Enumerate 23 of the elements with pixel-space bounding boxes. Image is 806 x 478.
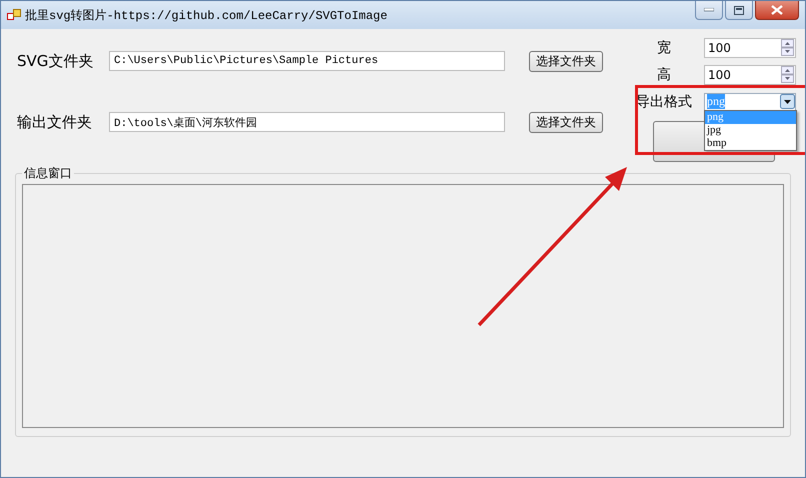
window-title: 批里svg转图片-https://github.com/LeeCarry/SVGToImage [25, 8, 388, 24]
choose-folder-button[interactable]: 选择文件夹 [529, 112, 603, 132]
spin-arrows-icon [781, 66, 794, 83]
close-icon [771, 5, 783, 15]
choose-folder-button[interactable]: 选择文件夹 [529, 50, 603, 72]
folder-path-field[interactable]: D:\tools\桌面\河东软件园 [109, 112, 505, 132]
close-button[interactable] [755, 1, 799, 20]
field-label: 输出文件夹 [17, 112, 93, 132]
spin-arrows-icon [781, 39, 794, 56]
field-label: 高 [657, 66, 672, 84]
app-icon [7, 9, 21, 21]
dropdown-option[interactable]: bmp [705, 137, 796, 150]
maximize-icon [734, 6, 744, 14]
number-field[interactable]: 100 [704, 38, 796, 58]
dropdown-option[interactable]: jpg [705, 124, 796, 137]
number-field[interactable]: 100 [704, 64, 796, 84]
folder-path-field[interactable]: C:\Users\Public\Pictures\Sample Pictures [109, 51, 505, 71]
field-label: SVG文件夹 [17, 52, 94, 70]
field-label: 宽 [657, 38, 672, 56]
maximize-button[interactable] [725, 1, 753, 20]
minimize-icon [704, 8, 714, 12]
field-label: 导出格式 [636, 92, 693, 110]
group-title: 信息窗口 [23, 165, 73, 182]
